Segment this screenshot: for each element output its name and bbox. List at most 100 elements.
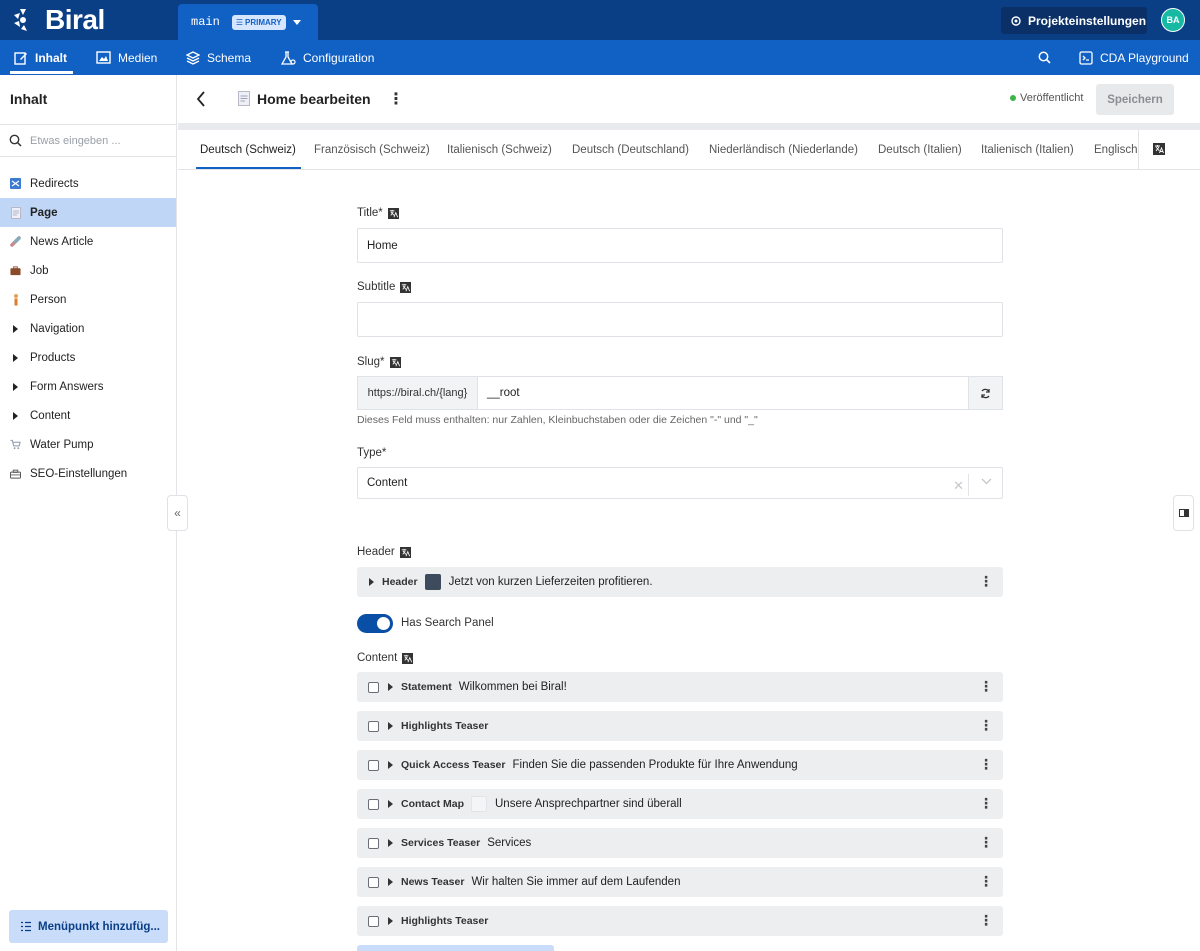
tab-italienisch-italien[interactable]: Italienisch (Italien) (981, 144, 1074, 156)
block-checkbox[interactable] (368, 798, 379, 810)
block-checkbox[interactable] (368, 720, 379, 732)
nav-label: Configuration (303, 50, 375, 65)
block-checkbox[interactable] (368, 837, 379, 849)
tab-italienisch-schweiz[interactable]: Italienisch (Schweiz) (447, 144, 552, 156)
sidebar-item-person[interactable]: Person (0, 285, 176, 314)
subtitle-input[interactable] (357, 302, 1003, 337)
block-checkbox[interactable] (368, 681, 379, 693)
database-icon: ☰ (235, 17, 243, 27)
biral-logo[interactable]: Biral (12, 4, 105, 35)
translate-icon[interactable] (387, 207, 399, 219)
expand-triangle-icon[interactable] (388, 917, 393, 925)
nav-label: Medien (118, 50, 158, 65)
nav-label: Inhalt (35, 50, 67, 65)
add-block-button[interactable] (357, 945, 554, 951)
briefcase-icon (10, 265, 21, 276)
sidebar-search-input[interactable]: Etwas eingeben ... (30, 135, 121, 147)
content-block[interactable]: Services Teaser Services ⋮ (357, 828, 1003, 858)
page-title: Home bearbeiten (257, 91, 371, 107)
expand-triangle-icon[interactable] (388, 761, 393, 769)
sidebar-item-navigation[interactable]: Navigation (0, 314, 176, 343)
translate-icon[interactable] (400, 281, 412, 293)
sidebar-item-label: Water Pump (30, 438, 94, 451)
sidebar-search[interactable]: Etwas eingeben ... (0, 124, 177, 157)
sidebar-item-content[interactable]: Content (0, 401, 176, 430)
content-block[interactable]: Highlights Teaser ⋮ (357, 906, 1003, 936)
tab-deutsch-italien[interactable]: Deutsch (Italien) (878, 144, 962, 156)
more-options-icon[interactable]: ⋮ (388, 89, 404, 109)
double-chevron-left-icon: « (174, 506, 181, 520)
expand-triangle-icon[interactable] (388, 878, 393, 886)
nav-configuration[interactable]: Configuration (281, 40, 374, 75)
back-button[interactable] (196, 91, 206, 110)
content-block[interactable]: Statement Wilkommen bei Biral! ⋮ (357, 672, 1003, 702)
sidebar-item-page[interactable]: Page (0, 198, 176, 227)
sidebar-item-products[interactable]: Products (0, 343, 176, 372)
project-settings-label: Projekteinstellungen (1028, 13, 1147, 28)
search-panel-toggle[interactable] (357, 614, 393, 633)
subtitle-label-text: Subtitle (357, 281, 396, 293)
expand-triangle-icon[interactable] (388, 722, 393, 730)
cda-playground-button[interactable]: CDA Playground (1079, 40, 1189, 75)
more-options-icon[interactable]: ⋮ (979, 874, 993, 888)
collapse-sidebar-button[interactable]: « (167, 495, 188, 531)
sidebar-item-news-article[interactable]: News Article (0, 227, 176, 256)
regenerate-slug-button[interactable] (968, 376, 1003, 410)
sidebar-item-water-pump[interactable]: Water Pump (0, 430, 176, 459)
more-options-icon[interactable]: ⋮ (979, 574, 993, 588)
tab-franzoesisch-schweiz[interactable]: Französisch (Schweiz) (314, 144, 430, 156)
block-checkbox[interactable] (368, 876, 379, 888)
tab-niederlaendisch-niederlande[interactable]: Niederländisch (Niederlande) (709, 144, 858, 156)
slug-label-text: Slug* (357, 356, 385, 368)
add-menu-item-button[interactable]: Menüpunkt hinzufüg... (9, 910, 168, 943)
more-options-icon[interactable]: ⋮ (979, 757, 993, 771)
expand-triangle-icon[interactable] (388, 800, 393, 808)
slug-input[interactable]: __root (477, 376, 969, 410)
title-input[interactable]: Home (357, 228, 1003, 263)
type-select[interactable]: Content ✕ (357, 467, 1003, 499)
nav-medien[interactable]: Medien (96, 40, 157, 75)
title-label: Title* (357, 207, 399, 219)
nav-schema[interactable]: Schema (186, 40, 251, 75)
sidebar-item-redirects[interactable]: Redirects (0, 169, 176, 198)
sidebar-item-form-answers[interactable]: Form Answers (0, 372, 176, 401)
expand-triangle-icon[interactable] (388, 683, 393, 691)
sidebar-item-seo-einstellungen[interactable]: SEO-Einstellungen (0, 459, 176, 488)
content-block[interactable]: Quick Access Teaser Finden Sie die passe… (357, 750, 1003, 780)
more-options-icon[interactable]: ⋮ (979, 718, 993, 732)
block-checkbox[interactable] (368, 759, 379, 771)
nav-inhalt[interactable]: Inhalt (10, 40, 73, 75)
block-checkbox[interactable] (368, 915, 379, 927)
branch-selector[interactable]: main ☰ PRIMARY (178, 4, 318, 40)
more-options-icon[interactable]: ⋮ (979, 679, 993, 693)
expand-triangle-icon[interactable] (388, 839, 393, 847)
more-options-icon[interactable]: ⋮ (979, 835, 993, 849)
content-block[interactable]: Contact Map Unsere Ansprechpartner sind … (357, 789, 1003, 819)
header-label: Header (357, 546, 411, 558)
tab-deutsch-deutschland[interactable]: Deutsch (Deutschland) (572, 144, 689, 156)
sidebar-item-label: SEO-Einstellungen (30, 467, 128, 480)
translate-icon[interactable] (399, 546, 411, 558)
save-button[interactable]: Speichern (1096, 84, 1174, 115)
header-block[interactable]: Header Jetzt von kurzen Lieferzeiten pro… (357, 567, 1003, 597)
sidebar-item-job[interactable]: Job (0, 256, 176, 285)
project-settings-button[interactable]: Projekteinstellungen (1001, 7, 1147, 34)
clear-icon[interactable]: ✕ (953, 478, 964, 494)
tab-englisch[interactable]: Englisch (1094, 144, 1137, 156)
more-options-icon[interactable]: ⋮ (979, 796, 993, 810)
translate-all-button[interactable] (1138, 130, 1200, 169)
user-avatar[interactable]: BA (1161, 8, 1185, 32)
content-block[interactable]: Highlights Teaser ⋮ (357, 711, 1003, 741)
expand-triangle-icon[interactable] (369, 578, 374, 586)
search-button[interactable] (1038, 51, 1051, 67)
content-block[interactable]: News Teaser Wir halten Sie immer auf dem… (357, 867, 1003, 897)
map-thumbnail (471, 796, 487, 812)
more-options-icon[interactable]: ⋮ (979, 913, 993, 927)
search-icon (1038, 51, 1051, 64)
tab-deutsch-schweiz[interactable]: Deutsch (Schweiz) (200, 144, 296, 156)
toggle-right-panel-button[interactable] (1173, 495, 1194, 531)
slug-label: Slug* (357, 356, 401, 368)
translate-icon[interactable] (402, 652, 414, 664)
cart-icon (10, 439, 21, 450)
translate-icon[interactable] (389, 356, 401, 368)
